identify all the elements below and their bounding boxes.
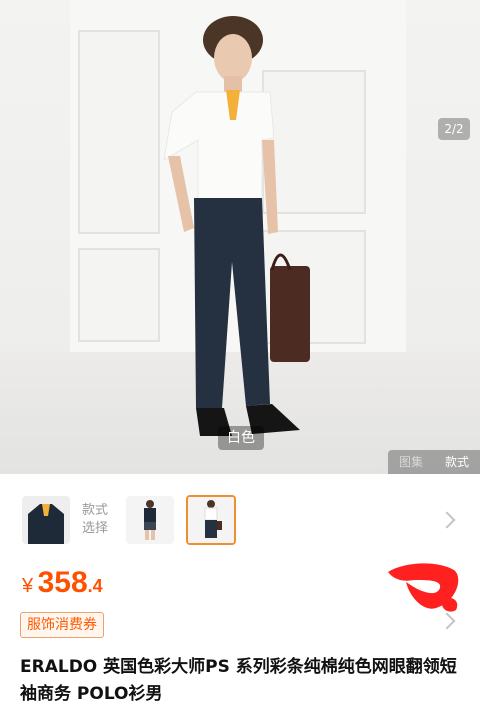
product-title: ERALDO 英国色彩大师PS 系列彩条纯棉纯色网眼翻领短袖商务 POLO衫男: [20, 657, 457, 704]
product-price: ¥ 358.4: [22, 566, 103, 600]
price-integer: 358: [37, 566, 88, 599]
polo-closeup-image: [22, 496, 70, 544]
red-scribble-mark: [388, 563, 459, 612]
product-photo[interactable]: 2/2 白色 图集 款式: [0, 0, 480, 474]
style-select-label: 款式 选择: [82, 503, 109, 536]
image-page-indicator: 2/2: [438, 118, 470, 140]
style-thumbnails-row: 款式 选择: [0, 474, 480, 566]
chevron-right-icon[interactable]: [438, 511, 456, 529]
price-decimal: .4: [87, 576, 103, 596]
apparel-coupon-badge[interactable]: 服饰消费券: [20, 612, 104, 638]
thumbnail-model-white[interactable]: [186, 495, 236, 545]
style-tab[interactable]: 款式: [434, 450, 480, 474]
color-variant-label[interactable]: 白色: [218, 426, 264, 450]
model-figure: [163, 16, 310, 436]
gallery-tab[interactable]: 图集: [388, 450, 434, 474]
currency-symbol: ¥: [22, 575, 34, 597]
thumbnail-polo-closeup[interactable]: [22, 496, 70, 544]
model-shorts-image: [126, 496, 174, 544]
thumbnail-model-shorts[interactable]: [126, 496, 174, 544]
model-white-image: [188, 497, 234, 543]
view-mode-toggle[interactable]: 图集 款式: [388, 450, 480, 474]
